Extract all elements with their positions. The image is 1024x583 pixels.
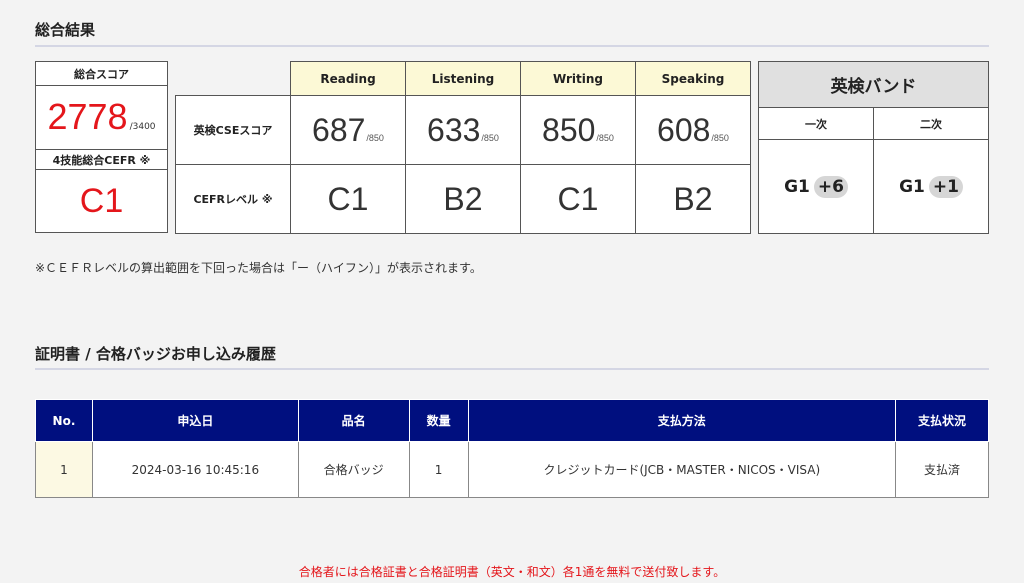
col-item: 品名 [297,399,410,442]
cell-date: 2024-03-16 10:45:16 [91,441,299,498]
listening-cefr: B2 [405,164,521,234]
cefr-note: ※ＣＥＦＲレベルの算出範囲を下回った場合は「ー（ハイフン）」が表示されます。 [35,261,482,275]
total-score-max: /3400 [129,122,156,132]
band-first-badge: +6 [813,175,848,198]
history-table: No. 申込日 品名 数量 支払方法 支払状況 1 2024-03-16 10:… [35,399,989,498]
band-first-label: 一次 [805,117,827,131]
col-payment-method: 支払方法 [467,399,897,442]
cse-row-label: 英検CSEスコア [175,95,291,165]
skill-header-reading: Reading [290,61,406,96]
cefr-row-label: CEFRレベル ※ [175,164,291,234]
band-second-label: 二次 [873,108,988,139]
eiken-band-box: 英検バンド 一次 二次 G1 +6 G1 +1 [758,61,989,234]
band-first-value: G1 +6 [759,140,873,233]
col-qty: 数量 [408,399,469,442]
results-title: 総合結果 [35,21,96,39]
col-date: 申込日 [91,399,299,442]
total-score-value: 2778 [47,96,128,137]
cefr-total-value: C1 [79,181,124,220]
speaking-score: 608/850 [635,95,751,165]
col-no: No. [35,399,93,442]
reading-cefr: C1 [290,164,406,234]
footer-notice: 合格者には合格証書と合格証明書（英文・和文）各1通を無料で送付致します。 [298,565,726,579]
band-title: 英検バンド [759,62,988,108]
cell-qty: 1 [408,441,469,498]
writing-cefr: C1 [520,164,636,234]
skill-header-listening: Listening [405,61,521,96]
listening-score: 633/850 [405,95,521,165]
cell-item: 合格バッジ [297,441,410,498]
total-score-label: 総合スコア [36,62,167,86]
skill-header-speaking: Speaking [635,61,751,96]
history-divider [35,368,989,370]
band-second-value: G1 +1 [873,140,988,233]
cefr-total-label: 4技能総合CEFR ※ [36,150,167,170]
col-payment-status: 支払状況 [895,399,989,442]
skill-header-writing: Writing [520,61,636,96]
speaking-cefr: B2 [635,164,751,234]
history-title: 証明書 / 合格バッジお申し込み履歴 [35,345,276,363]
cell-payment-status: 支払済 [895,441,989,498]
results-divider [35,45,989,47]
reading-score: 687/850 [290,95,406,165]
total-score-box: 総合スコア 2778 /3400 4技能総合CEFR ※ C1 [35,61,168,233]
table-row: 1 2024-03-16 10:45:16 合格バッジ 1 クレジットカード(J… [35,441,989,498]
skills-table: Reading Listening Writing Speaking 英検CSE… [175,61,751,234]
writing-score: 850/850 [520,95,636,165]
cell-payment-method: クレジットカード(JCB・MASTER・NICOS・VISA) [467,441,897,498]
total-score: 2778 /3400 [36,86,167,150]
band-second-badge: +1 [928,175,963,198]
cell-no: 1 [35,441,93,498]
